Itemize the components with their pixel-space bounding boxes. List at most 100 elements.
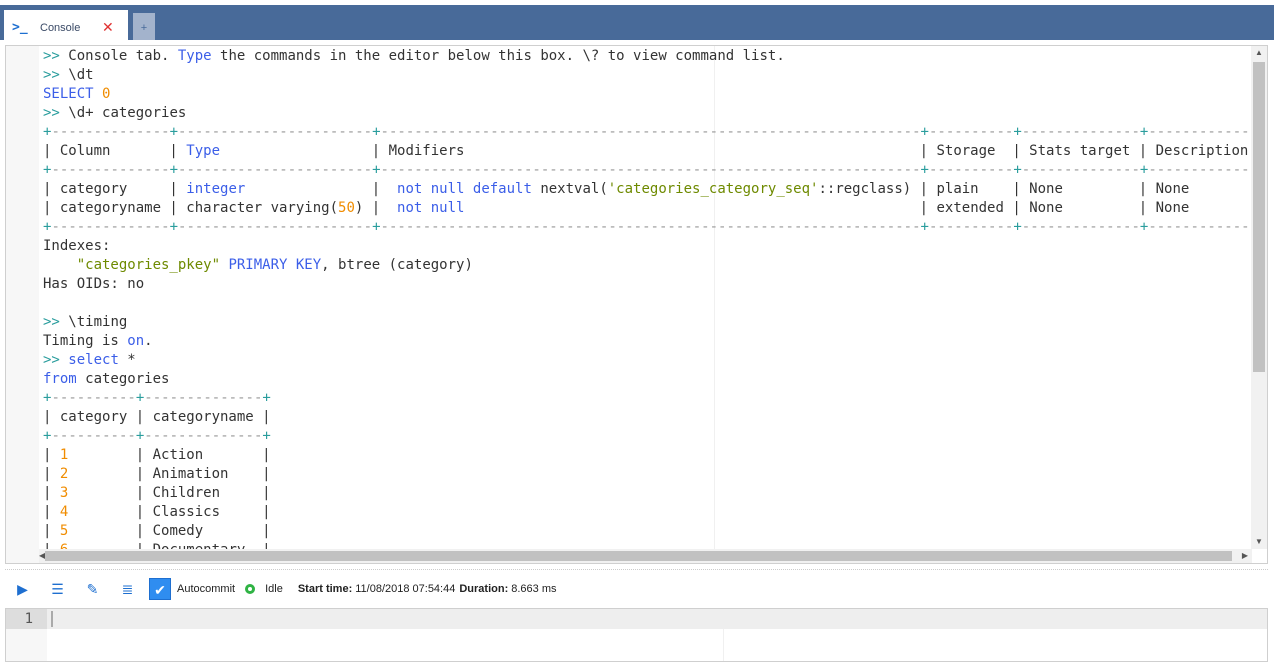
close-icon[interactable]: ✕	[102, 20, 114, 36]
keyword-token: not null default	[397, 181, 532, 197]
horizontal-scroll-thumb[interactable]	[45, 551, 1232, 561]
text-token: , btree (category)	[321, 257, 473, 273]
terminal-icon: >_	[12, 20, 28, 35]
console-line: >> \dt	[43, 66, 1251, 85]
text-token: |	[43, 523, 60, 539]
text-token: | Children |	[68, 485, 271, 501]
text-token: .	[144, 333, 153, 349]
text-token: | Animation |	[68, 466, 271, 482]
console-line: Timing is on.	[43, 332, 1251, 351]
console-line: | categoryname | character varying(50) |…	[43, 199, 1251, 218]
console-lines: >> Console tab. Type the commands in the…	[43, 46, 1251, 549]
tab-console[interactable]: >_ Console ✕	[4, 10, 128, 45]
horizontal-scrollbar[interactable]: ◀ ▶	[39, 549, 1252, 563]
console-line: | Column | Type | Modifiers | Storage | …	[43, 142, 1251, 161]
text-token: |	[43, 485, 60, 501]
autocommit-checkbox[interactable]: ✔	[149, 578, 171, 600]
console-line: +--------------+-----------------------+…	[43, 123, 1251, 142]
scroll-right-icon[interactable]: ▶	[1242, 551, 1248, 560]
prompt-token: >>	[43, 67, 69, 83]
text-token: | categoryname | character varying(	[43, 200, 339, 216]
text-token: Has OIDs: no	[43, 276, 145, 292]
text-token: | Comedy |	[68, 523, 271, 539]
console-line: | 3 | Children |	[43, 484, 1251, 503]
prompt-token: >>	[43, 105, 69, 121]
console-output: >> Console tab. Type the commands in the…	[5, 45, 1268, 564]
keyword-token: not null	[397, 200, 465, 216]
text-token: ) |	[354, 200, 398, 216]
active-line	[6, 609, 1267, 629]
keyword-token: integer	[186, 181, 246, 197]
text-token: Timing is	[43, 333, 128, 349]
text-token: Console tab.	[68, 48, 178, 64]
console-line: +--------------+-----------------------+…	[43, 161, 1251, 180]
duration-label: Duration:	[459, 583, 509, 595]
text-token: ::regclass) | plain | None | None |	[818, 181, 1251, 197]
tab-bar: >_ Console ✕ +	[0, 5, 1274, 45]
list-icon[interactable]: ≣	[110, 581, 145, 598]
text-token: Indexes:	[43, 238, 111, 254]
text-token: \timing	[68, 314, 128, 330]
keyword-token: on	[127, 333, 145, 349]
status-text: Idle	[265, 583, 283, 595]
string-token: "categories_pkey"	[76, 257, 221, 273]
console-line: "categories_pkey" PRIMARY KEY, btree (ca…	[43, 256, 1251, 275]
text-token: *	[118, 352, 136, 368]
tab-label: Console	[40, 21, 81, 34]
console-line: | 6 | Documentary |	[43, 541, 1251, 549]
vertical-scroll-thumb[interactable]	[1253, 62, 1265, 372]
status-idle-icon	[245, 584, 256, 594]
table-border: +--------------+-----------------------+…	[43, 124, 1251, 140]
text-token: | category |	[43, 181, 187, 197]
text-token: | Column |	[43, 143, 187, 159]
console-line: | 4 | Classics |	[43, 503, 1251, 522]
duration-value: 8.663 ms	[511, 583, 557, 595]
table-border: +----------+--------------+	[43, 428, 271, 444]
indent-icon[interactable]: ☰	[40, 581, 75, 598]
table-border: +----------+--------------+	[43, 390, 271, 406]
text-token: |	[43, 542, 60, 549]
play-icon[interactable]: ▶	[5, 581, 40, 598]
vertical-scrollbar[interactable]: ▲ ▼	[1251, 46, 1267, 549]
line-number: 1	[6, 609, 47, 629]
sql-editor[interactable]: 1	[5, 608, 1268, 662]
text-token: |	[43, 447, 60, 463]
scroll-down-icon[interactable]: ▼	[1255, 537, 1263, 546]
console-line: SELECT 0	[43, 85, 1251, 104]
console-line: +--------------+-----------------------+…	[43, 218, 1251, 237]
scroll-up-icon[interactable]: ▲	[1255, 48, 1263, 57]
table-border: +--------------+-----------------------+…	[43, 162, 1251, 178]
string-token: 'categories_category_seq'	[607, 181, 819, 197]
console-line: Indexes:	[43, 237, 1251, 256]
keyword-token: PRIMARY KEY	[228, 257, 322, 273]
text-token: the commands in the editor below this bo…	[211, 48, 785, 64]
text-token: | Classics |	[68, 504, 271, 520]
broom-icon[interactable]: ✎	[75, 581, 110, 598]
console-line: +----------+--------------+	[43, 427, 1251, 446]
text-token: categories	[76, 371, 170, 387]
console-line: | 2 | Animation |	[43, 465, 1251, 484]
add-tab-button[interactable]: +	[133, 13, 155, 40]
keyword-token: SELECT	[43, 86, 94, 102]
prompt-token: >>	[43, 314, 69, 330]
console-line: Has OIDs: no	[43, 275, 1251, 294]
text-token: |	[245, 181, 398, 197]
console-line: | 1 | Action |	[43, 446, 1251, 465]
number-token: 0	[102, 86, 111, 102]
console-line: >> select *	[43, 351, 1251, 370]
text-token: | category | categoryname |	[43, 409, 271, 425]
console-line: >> Console tab. Type the commands in the…	[43, 47, 1251, 66]
console-toolbar: ▶ ☰ ✎ ≣ ✔ Autocommit Idle Start time: 11…	[5, 576, 557, 602]
console-line: >> \timing	[43, 313, 1251, 332]
console-gutter	[6, 46, 39, 563]
text-token: |	[43, 504, 60, 520]
autocommit-label: Autocommit	[177, 583, 236, 595]
keyword-token: from	[43, 371, 77, 387]
keyword-token: select	[68, 352, 119, 368]
text-token: | extended | None | None |	[464, 200, 1251, 216]
console-line: from categories	[43, 370, 1251, 389]
prompt-token: >>	[43, 48, 69, 64]
text-token: |	[43, 466, 60, 482]
